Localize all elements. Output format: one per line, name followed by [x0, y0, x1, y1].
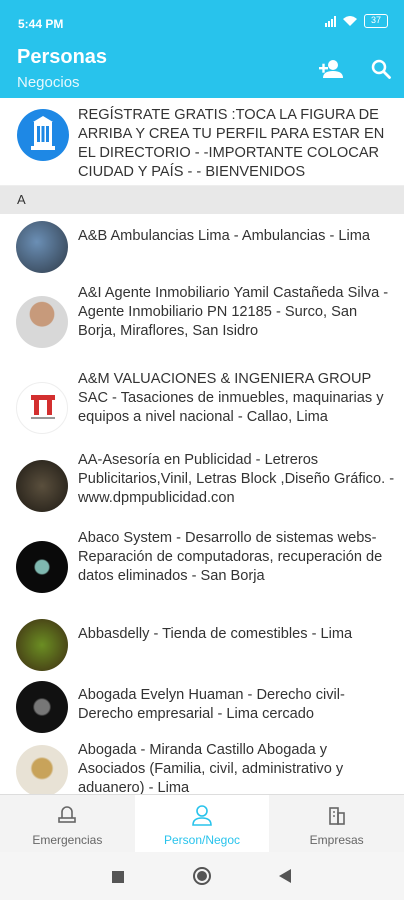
banner-logo — [17, 109, 69, 161]
building-logo-icon — [31, 116, 55, 150]
battery-icon: 37 — [364, 14, 388, 28]
tab-emergencias[interactable]: Emergencias — [0, 795, 135, 852]
search-button[interactable] — [366, 54, 396, 84]
person-add-icon — [319, 60, 343, 78]
list-item[interactable]: A&B Ambulancias Lima - Ambulancias - Lim… — [0, 214, 404, 279]
wifi-icon — [343, 16, 357, 26]
list-item[interactable]: A&I Agente Inmobiliario Yamil Castañeda … — [0, 279, 404, 365]
page-subtitle: Negocios — [17, 74, 80, 91]
list-item[interactable]: A&M VALUACIONES & INGENIERA GROUP SAC - … — [0, 365, 404, 451]
tab-label: Empresas — [309, 833, 364, 847]
list-item-text: AA-Asesoría en Publicidad - Letreros Pub… — [78, 452, 395, 506]
list-item-text: Abogada - Miranda Castillo Abogada y Aso… — [78, 742, 344, 794]
status-bar: 5:44 PM 37 — [0, 0, 404, 46]
list-item-text: Abbasdelly - Tienda de comestibles - Lim… — [78, 626, 353, 642]
register-banner[interactable]: REGÍSTRATE GRATIS :TOCA LA FIGURA DE ARR… — [0, 98, 404, 186]
list-item[interactable]: Abogada Evelyn Huaman - Derecho civil- D… — [0, 676, 404, 738]
bottom-nav: Emergencias Person/Negoc Empresas — [0, 794, 404, 852]
avatar — [16, 382, 68, 434]
back-button[interactable] — [279, 869, 291, 888]
home-button[interactable] — [192, 866, 212, 891]
status-icons: 37 — [325, 14, 388, 28]
avatar — [16, 745, 68, 794]
app-bar: Personas Negocios — [0, 46, 404, 98]
search-icon — [371, 59, 391, 79]
status-time: 5:44 PM — [18, 17, 64, 31]
list-item-text: Abaco System - Desarrollo de sistemas we… — [78, 530, 383, 584]
list-item-text: A&M VALUACIONES & INGENIERA GROUP SAC - … — [78, 371, 384, 425]
avatar — [16, 618, 68, 671]
avatar — [16, 460, 68, 512]
avatar — [16, 541, 68, 593]
recents-button[interactable] — [112, 870, 124, 888]
avatar — [16, 296, 68, 348]
tab-label: Emergencias — [32, 833, 103, 847]
avatar — [16, 220, 68, 273]
list-item[interactable]: Abbasdelly - Tienda de comestibles - Lim… — [0, 613, 404, 676]
list-item-text: A&B Ambulancias Lima - Ambulancias - Lim… — [78, 228, 371, 244]
company-logo-icon — [31, 395, 55, 419]
emergency-light-icon — [58, 806, 77, 823]
tab-person-negoc[interactable]: Person/Negoc — [134, 795, 270, 852]
list-item-text: A&I Agente Inmobiliario Yamil Castañeda … — [78, 285, 389, 339]
back-triangle-icon — [279, 869, 291, 883]
tab-label: Person/Negoc — [163, 833, 241, 847]
add-person-button[interactable] — [316, 54, 346, 84]
list-item-text: Abogada Evelyn Huaman - Derecho civil- D… — [78, 687, 345, 722]
signal-icon — [325, 15, 336, 27]
avatar — [16, 681, 68, 733]
person-icon — [192, 805, 212, 826]
circle-icon — [193, 867, 211, 885]
banner-text: REGÍSTRATE GRATIS :TOCA LA FIGURA DE ARR… — [78, 107, 385, 180]
list-item[interactable]: AA-Asesoría en Publicidad - Letreros Pub… — [0, 451, 404, 521]
page-title: Personas — [17, 46, 108, 68]
directory-list[interactable]: REGÍSTRATE GRATIS :TOCA LA FIGURA DE ARR… — [0, 98, 404, 794]
square-icon — [112, 871, 124, 883]
buildings-icon — [328, 807, 345, 825]
list-item[interactable]: Abogada - Miranda Castillo Abogada y Aso… — [0, 738, 404, 794]
list-item[interactable]: Abaco System - Desarrollo de sistemas we… — [0, 521, 404, 613]
section-header: A — [0, 186, 404, 214]
tab-empresas[interactable]: Empresas — [269, 795, 404, 852]
system-nav-bar — [0, 852, 404, 900]
